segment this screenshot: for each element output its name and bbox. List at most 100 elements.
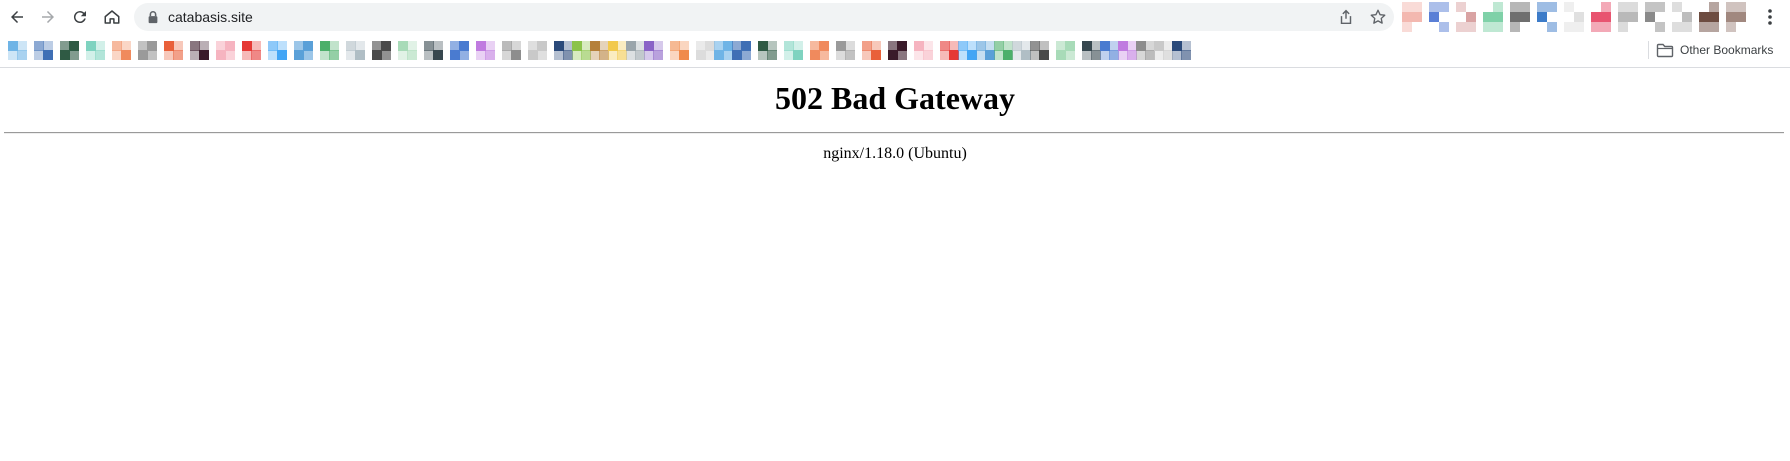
bookmark-favicon-pixel[interactable] [303, 50, 313, 60]
extension-icon-pixel[interactable] [1402, 2, 1412, 12]
bookmark-favicon-pixel[interactable] [793, 50, 803, 60]
bookmark-favicon-pixel[interactable] [147, 50, 157, 60]
extension-icon-pixel[interactable] [1726, 22, 1736, 32]
extension-icon-pixel[interactable] [1672, 22, 1682, 32]
extension-icon-pixel[interactable] [1564, 2, 1574, 12]
extension-icon-pixel[interactable] [1402, 12, 1412, 22]
forward-button[interactable] [36, 5, 60, 29]
extension-icon-pixel[interactable] [1439, 22, 1449, 32]
extension-icon-pixel[interactable] [1645, 12, 1655, 22]
bookmark-favicon-pixel[interactable] [1039, 50, 1049, 60]
bookmark-favicon-pixel[interactable] [653, 50, 663, 60]
bookmark-favicon-pixel[interactable] [511, 50, 521, 60]
extension-icon-pixel[interactable] [1591, 22, 1601, 32]
bookmark-favicon-pixel[interactable] [407, 50, 417, 60]
extension-icon-pixel[interactable] [1591, 12, 1601, 22]
extension-icon-pixel[interactable] [1655, 2, 1665, 12]
bookmark-favicon-pixel[interactable] [1181, 50, 1191, 60]
bookmark-favicon-pixel[interactable] [485, 50, 495, 60]
extension-icon-pixel[interactable] [1483, 12, 1493, 22]
extension-icon-pixel[interactable] [1483, 22, 1493, 32]
lock-icon[interactable] [146, 10, 160, 24]
bookmark-favicon-pixel[interactable] [173, 50, 183, 60]
bookmark-star-icon[interactable] [1369, 8, 1387, 26]
bookmark-favicon-pixel[interactable] [897, 50, 907, 60]
extension-icon-pixel[interactable] [1601, 12, 1611, 22]
extension-icon-pixel[interactable] [1618, 12, 1628, 22]
extension-icon-pixel[interactable] [1709, 2, 1719, 12]
extension-icon-pixel[interactable] [1628, 2, 1638, 12]
bookmark-favicon-pixel[interactable] [329, 50, 339, 60]
extension-icon-pixel[interactable] [1510, 22, 1520, 32]
extension-icon-pixel[interactable] [1510, 2, 1520, 12]
extension-icon-pixel[interactable] [1618, 22, 1628, 32]
bookmark-favicon-pixel[interactable] [433, 50, 443, 60]
extension-icon-pixel[interactable] [1736, 2, 1746, 12]
bookmark-favicon-pixel[interactable] [767, 50, 777, 60]
extension-icon-pixel[interactable] [1699, 22, 1709, 32]
extension-icon-pixel[interactable] [1429, 2, 1439, 12]
extension-icon-pixel[interactable] [1520, 2, 1530, 12]
bookmark-favicon-pixel[interactable] [741, 50, 751, 60]
extension-icon-pixel[interactable] [1456, 2, 1466, 12]
extension-icon-pixel[interactable] [1682, 12, 1692, 22]
extension-icon-pixel[interactable] [1618, 2, 1628, 12]
extension-icon-pixel[interactable] [1645, 2, 1655, 12]
extension-icon-pixel[interactable] [1628, 12, 1638, 22]
share-icon[interactable] [1337, 8, 1355, 26]
extension-icon-pixel[interactable] [1682, 22, 1692, 32]
extension-icon-pixel[interactable] [1709, 12, 1719, 22]
extension-icon-pixel[interactable] [1574, 22, 1584, 32]
extension-icon-pixel[interactable] [1456, 22, 1466, 32]
extension-icon-pixel[interactable] [1466, 22, 1476, 32]
bookmark-favicon-pixel[interactable] [95, 50, 105, 60]
extension-icon-pixel[interactable] [1520, 12, 1530, 22]
bookmark-favicon-pixel[interactable] [679, 50, 689, 60]
extension-icon-pixel[interactable] [1726, 2, 1736, 12]
bookmark-favicon-pixel[interactable] [251, 50, 261, 60]
extension-icon-pixel[interactable] [1601, 22, 1611, 32]
bookmark-favicon-pixel[interactable] [459, 50, 469, 60]
bookmark-favicon-pixel[interactable] [537, 50, 547, 60]
extension-icon-pixel[interactable] [1564, 22, 1574, 32]
bookmark-favicon-pixel[interactable] [381, 50, 391, 60]
other-bookmarks-button[interactable]: Other Bookmarks [1656, 38, 1773, 62]
bookmark-favicon-pixel[interactable] [121, 50, 131, 60]
address-bar[interactable]: catabasis.site [134, 3, 1394, 31]
extension-icon-pixel[interactable] [1537, 12, 1547, 22]
extension-icon-pixel[interactable] [1402, 22, 1412, 32]
bookmark-favicon-pixel[interactable] [43, 50, 53, 60]
bookmark-favicon-pixel[interactable] [1065, 50, 1075, 60]
extension-icon-pixel[interactable] [1601, 2, 1611, 12]
bookmark-favicon-pixel[interactable] [17, 50, 27, 60]
extension-icon-pixel[interactable] [1709, 22, 1719, 32]
extension-icon-pixel[interactable] [1493, 12, 1503, 22]
bookmark-favicon-pixel[interactable] [845, 50, 855, 60]
bookmark-favicon-pixel[interactable] [355, 50, 365, 60]
kebab-menu-icon[interactable] [1760, 6, 1780, 28]
bookmark-favicon-pixel[interactable] [277, 50, 287, 60]
extension-icon-pixel[interactable] [1547, 22, 1557, 32]
bookmark-favicon-pixel[interactable] [871, 50, 881, 60]
extension-icon-pixel[interactable] [1736, 12, 1746, 22]
extension-icon-pixel[interactable] [1726, 12, 1736, 22]
bookmark-favicon-pixel[interactable] [819, 50, 829, 60]
extension-icon-pixel[interactable] [1655, 22, 1665, 32]
extension-icon-pixel[interactable] [1493, 22, 1503, 32]
extension-icon-pixel[interactable] [1537, 2, 1547, 12]
extension-icon-pixel[interactable] [1412, 12, 1422, 22]
extension-icon-pixel[interactable] [1412, 2, 1422, 12]
bookmark-favicon-pixel[interactable] [69, 50, 79, 60]
back-button[interactable] [5, 5, 29, 29]
extension-icon-pixel[interactable] [1466, 12, 1476, 22]
url-text[interactable]: catabasis.site [168, 9, 253, 25]
reload-button[interactable] [68, 5, 92, 29]
bookmark-favicon-pixel[interactable] [199, 50, 209, 60]
extension-icon-pixel[interactable] [1672, 2, 1682, 12]
extension-icon-pixel[interactable] [1429, 12, 1439, 22]
extension-icon-pixel[interactable] [1547, 2, 1557, 12]
extension-icon-pixel[interactable] [1439, 2, 1449, 12]
extension-icon-pixel[interactable] [1699, 12, 1709, 22]
home-button[interactable] [100, 5, 124, 29]
bookmark-favicon-pixel[interactable] [923, 50, 933, 60]
